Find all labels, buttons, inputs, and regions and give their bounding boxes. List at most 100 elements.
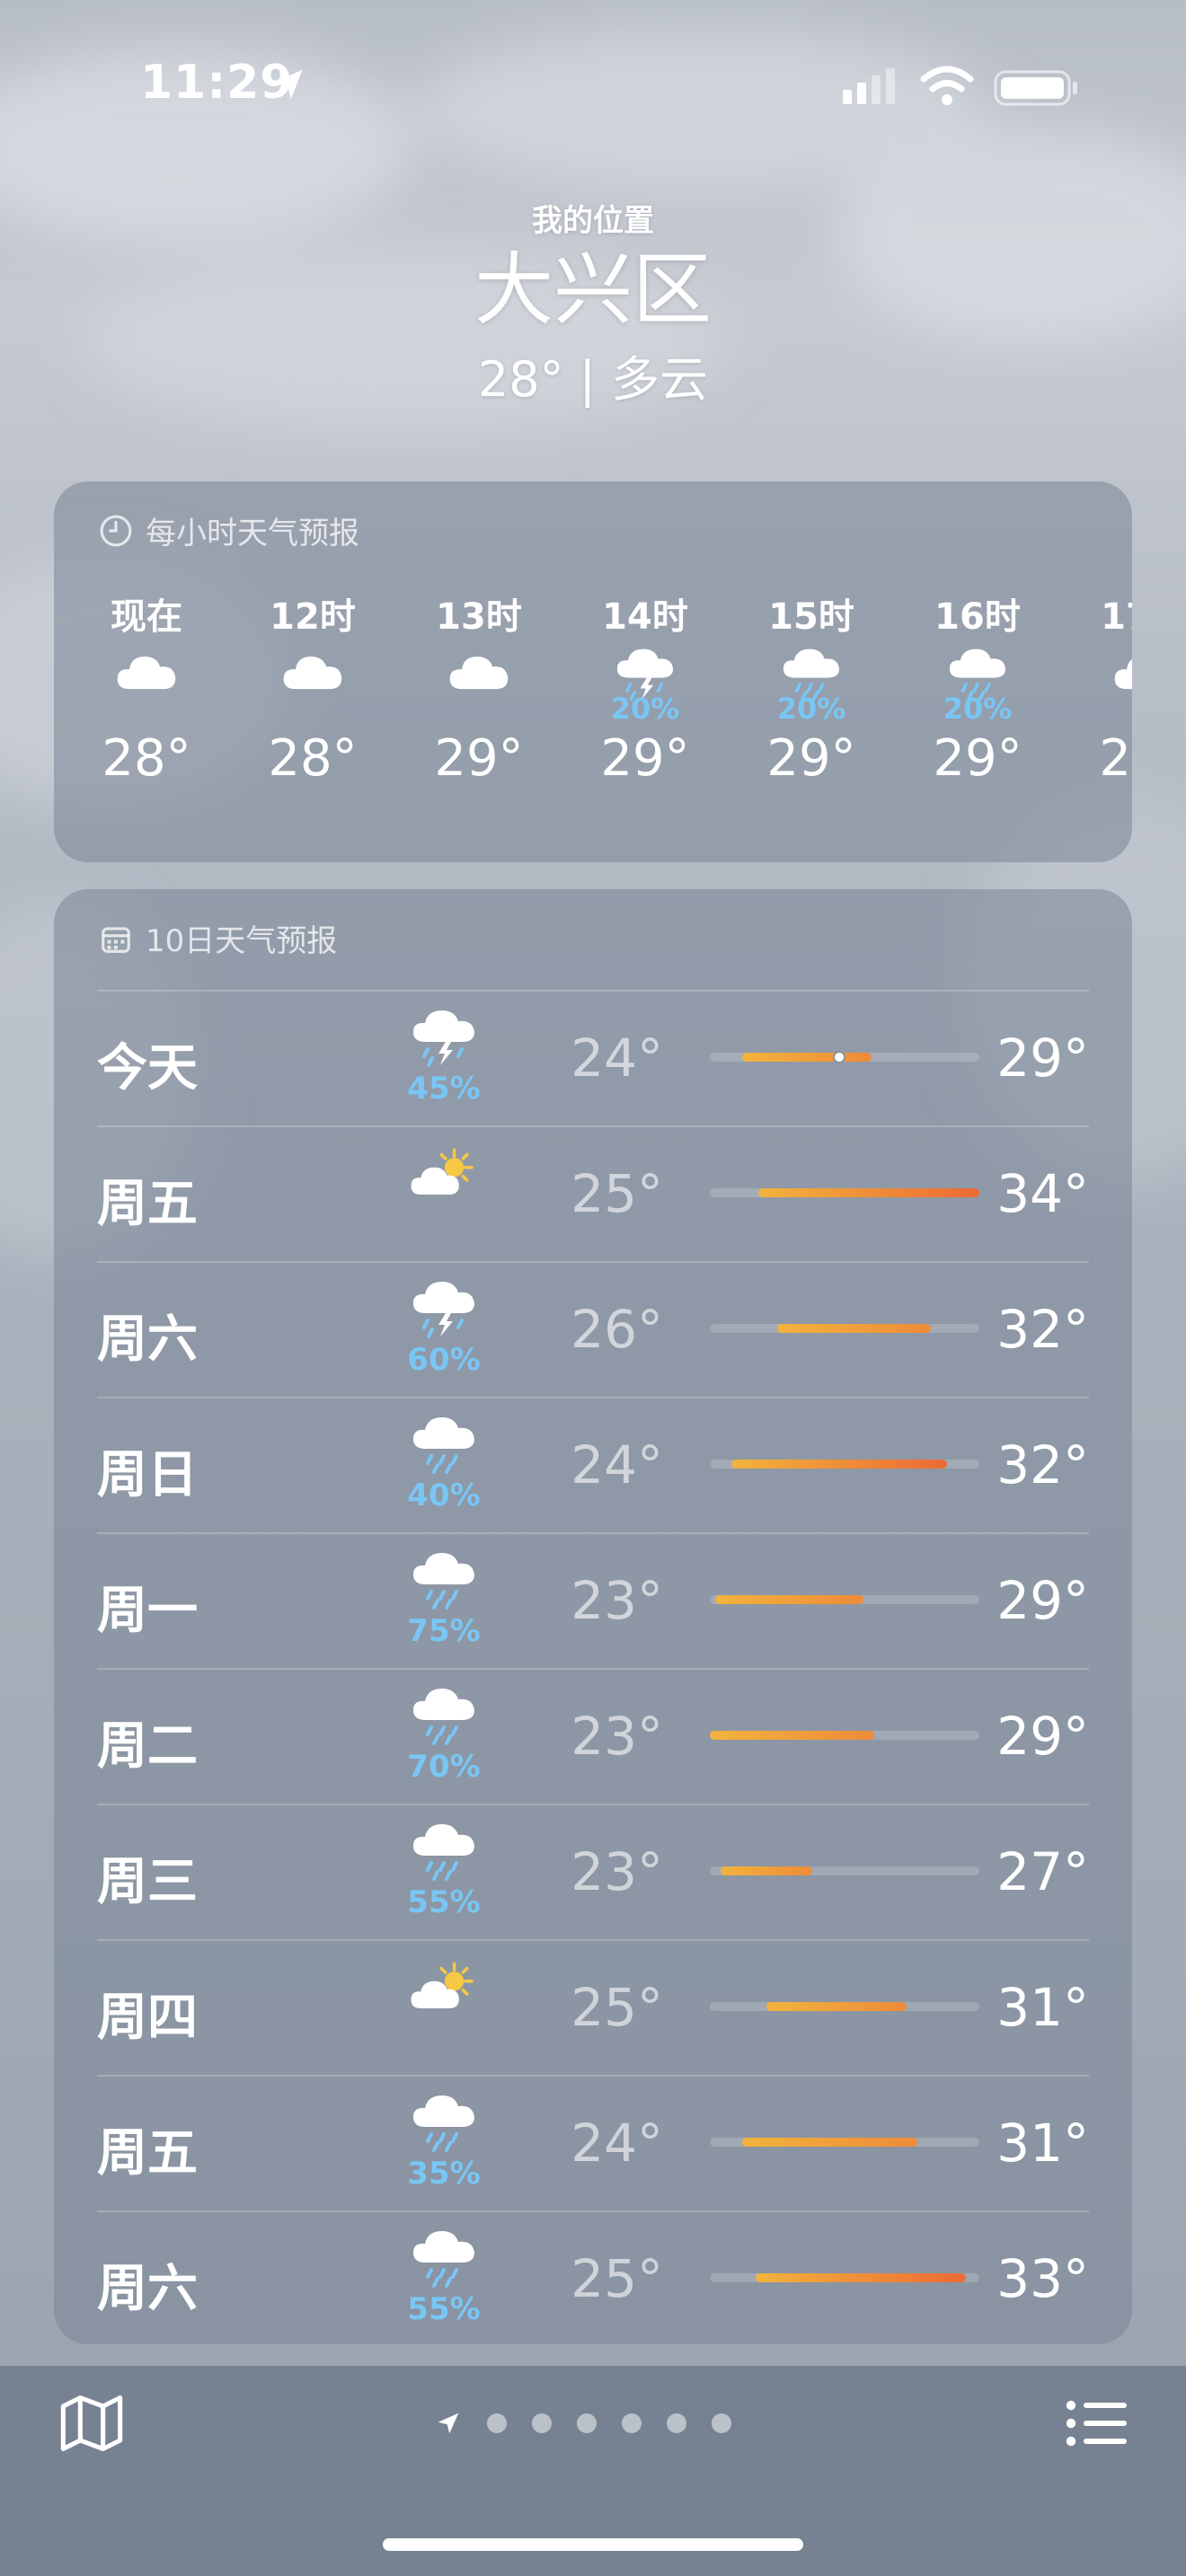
hour-label: 13时 (436, 596, 522, 638)
hour-temperature: 28° (102, 729, 191, 788)
day-precip-chance: 40% (407, 1478, 481, 1513)
temperature-range-fill (742, 1053, 872, 1062)
hour-item: 16时 20% 29° (910, 587, 1045, 788)
location-header: 我的位置 大兴区 28° | 多云 (0, 196, 1186, 410)
temperature-range-bar (710, 2002, 979, 2011)
daily-title-text: 10日天气预报 (146, 923, 338, 959)
day-low-temp: 24° (571, 2113, 663, 2174)
page-dot[interactable] (667, 2413, 686, 2433)
temperature-range-bar (710, 1188, 979, 1197)
day-row[interactable]: 周六 55% 25° 33° (97, 2210, 1089, 2345)
day-high-temp: 31° (996, 2113, 1089, 2174)
location-arrow-icon (274, 69, 303, 100)
hour-item: 17时 29° (1076, 587, 1132, 788)
temperature-range-fill (756, 2273, 966, 2282)
day-high-temp: 34° (996, 1163, 1089, 1224)
day-low-temp: 23° (571, 1841, 663, 1902)
hour-temperature: 29° (766, 729, 856, 788)
page-dot[interactable] (487, 2413, 507, 2433)
day-precip-chance: 60% (407, 1342, 481, 1378)
day-row[interactable]: 周五 35% 24° 31° (97, 2075, 1089, 2210)
temperature-range-fill (758, 1188, 979, 1197)
day-row[interactable]: 周二 70% 23° 29° (97, 1668, 1089, 1803)
city-name: 大兴区 (474, 243, 712, 336)
row-divider (97, 2210, 1089, 2212)
hour-label: 现在 (111, 596, 182, 638)
day-name: 周五 (97, 1175, 198, 1233)
cloud-icon (445, 657, 513, 706)
temperature-range-fill (710, 1731, 874, 1740)
wifi-icon (920, 66, 974, 105)
hourly-forecast-card[interactable]: 每小时天气预报 现在 28° 12时 28° 13时 29° 14时 20% 29° 15时 20%… (54, 481, 1132, 862)
day-low-temp: 23° (571, 1706, 663, 1767)
day-precip-chance: 45% (407, 1071, 481, 1107)
day-row[interactable]: 周六 60% 26° 32° (97, 1261, 1089, 1396)
temperature-range-bar (710, 1051, 979, 1063)
hour-item: 15时 20% 29° (744, 587, 879, 788)
day-low-temp: 26° (571, 1299, 663, 1360)
hour-item: 现在 28° (79, 587, 214, 788)
cloud-icon (1110, 659, 1132, 706)
hourly-title-text: 每小时天气预报 (146, 516, 359, 551)
current-condition: 28° | 多云 (477, 350, 709, 408)
day-high-temp: 29° (996, 1570, 1089, 1631)
row-divider (97, 1804, 1089, 1805)
temperature-range-bar (710, 1595, 979, 1604)
current-location-page-icon[interactable] (435, 2410, 462, 2437)
day-low-temp: 24° (571, 1028, 663, 1089)
row-divider (97, 1668, 1089, 1670)
day-name: 今天 (97, 1039, 198, 1098)
row-divider (97, 1125, 1089, 1127)
day-high-temp: 29° (996, 1028, 1089, 1089)
page-dot[interactable] (712, 2413, 731, 2433)
day-name: 周四 (97, 1989, 198, 2047)
temperature-range-fill (777, 1324, 931, 1333)
page-dot[interactable] (577, 2413, 597, 2433)
partly-sunny-icon (408, 1962, 480, 2022)
row-divider (97, 2075, 1089, 2077)
day-high-temp: 29° (996, 1706, 1089, 1767)
row-divider (97, 1261, 1089, 1263)
day-row[interactable]: 今天 45% 24° 29° (97, 990, 1089, 1125)
page-dot[interactable] (622, 2413, 642, 2433)
hour-label: 14时 (602, 596, 688, 638)
day-row[interactable]: 周四 25° 31° (97, 1939, 1089, 2074)
day-row[interactable]: 周一 75% 23° 29° (97, 1532, 1089, 1667)
hour-item: 13时 29° (412, 587, 546, 788)
home-indicator[interactable] (383, 2538, 803, 2551)
cloud-icon (112, 657, 181, 706)
row-divider (97, 1397, 1089, 1398)
row-divider (97, 1939, 1089, 1941)
calendar-icon (102, 926, 130, 953)
day-name: 周一 (97, 1582, 198, 1640)
cloud-icon (279, 657, 347, 706)
temperature-range-fill (721, 1866, 812, 1875)
row-divider (97, 990, 1089, 992)
day-row[interactable]: 周三 55% 23° 27° (97, 1804, 1089, 1938)
hour-temperature: 29° (933, 729, 1022, 788)
hour-label: 16时 (934, 596, 1021, 638)
battery-icon (994, 70, 1077, 106)
day-low-temp: 25° (571, 2248, 663, 2309)
day-row[interactable]: 周五 25° 34° (97, 1125, 1089, 1260)
day-row[interactable]: 周日 40% 24° 32° (97, 1397, 1089, 1531)
hour-temperature: 28° (268, 729, 358, 788)
hour-precip-chance: 20% (610, 692, 680, 726)
hour-label: 15时 (768, 596, 854, 638)
hour-label: 17时 (1101, 596, 1132, 638)
day-precip-chance: 55% (407, 2291, 481, 2327)
day-low-temp: 23° (571, 1570, 663, 1631)
page-indicator[interactable] (435, 2404, 731, 2443)
status-bar: 11:29 (0, 0, 1186, 171)
my-location-label: 我的位置 (532, 203, 654, 239)
hour-temperature: 29° (600, 729, 690, 788)
map-icon[interactable] (58, 2389, 126, 2457)
temperature-range-bar (710, 1731, 979, 1740)
day-name: 周二 (97, 1717, 198, 1776)
list-icon[interactable] (1066, 2400, 1127, 2447)
ten-day-forecast-card: 10日天气预报 今天 45% 24° 29° 周五 25° 34° 周六 60% 26° 32° 周日… (54, 889, 1132, 2344)
page-dot[interactable] (532, 2413, 552, 2433)
day-high-temp: 32° (996, 1299, 1089, 1360)
day-high-temp: 33° (996, 2248, 1089, 2309)
daily-card-title: 10日天气预报 (99, 916, 337, 960)
